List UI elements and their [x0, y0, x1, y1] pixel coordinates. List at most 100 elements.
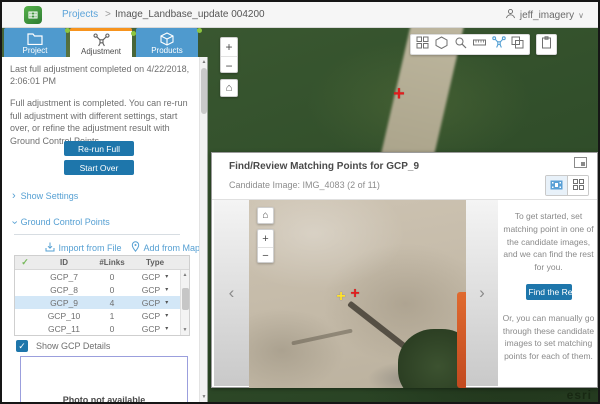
home-icon: ⌂ — [262, 210, 268, 221]
add-from-map-label: Add from Map — [143, 243, 200, 253]
gcp-type[interactable]: GCP — [142, 324, 160, 334]
adjustment-status-text: Last full adjustment completed on 4/22/2… — [10, 63, 192, 87]
image-grid-icon — [416, 36, 429, 54]
instructions-column: To get started, set matching point in on… — [498, 200, 599, 387]
tab-adjustment-label: Adjustment — [70, 47, 132, 56]
column-id: ID — [35, 258, 93, 267]
table-row[interactable]: GCP_10 1 GCP▾ — [15, 309, 189, 322]
find-the-rest-button[interactable]: Find the Rest — [526, 284, 572, 300]
import-from-file-link[interactable]: Import from File — [45, 241, 121, 254]
clipboard-tool[interactable] — [536, 34, 557, 55]
open-window-button[interactable] — [573, 158, 587, 170]
drone-icon — [70, 33, 132, 46]
adjustment-panel: Last full adjustment completed on 4/22/2… — [2, 57, 208, 402]
open-window-icon — [574, 155, 587, 173]
compare-frames-tool[interactable] — [508, 35, 527, 54]
caret-down-icon: ▾ — [165, 299, 168, 306]
next-image-button[interactable]: › — [466, 200, 498, 386]
scroll-up-icon[interactable]: ▲ — [183, 270, 188, 280]
tab-project-label: Project — [4, 46, 66, 55]
zoom-out-button[interactable]: − — [221, 56, 237, 74]
viewer-zoom-control: + − — [257, 229, 274, 263]
table-row[interactable]: GCP_11 0 GCP ▾ — [15, 322, 189, 335]
gcp-type[interactable]: GCP — [142, 272, 160, 282]
scroll-up-icon[interactable]: ▲ — [200, 59, 208, 65]
breadcrumb-separator: > — [105, 9, 111, 20]
gcp-type[interactable]: GCP — [142, 298, 160, 308]
gcp-type[interactable]: GCP — [142, 285, 160, 295]
main-area: + esri + − ⌂ — [2, 28, 598, 402]
zoom-in-button[interactable]: + — [258, 230, 273, 247]
photo-not-available-text: Photo not available — [21, 395, 187, 402]
table-scrollbar[interactable]: ▲ ▼ — [180, 270, 189, 335]
grid-view-button[interactable] — [567, 176, 588, 195]
tab-project[interactable]: Project — [4, 28, 66, 57]
gcp-table: ✓ ID #Links Type GCP_7 0 GCP▾ GCP_8 0 GC… — [14, 255, 190, 336]
tab-adjustment[interactable]: Adjustment — [70, 28, 132, 57]
candidate-image-viewer[interactable]: + + ⌂ + − — [249, 200, 466, 388]
caret-down-icon: ▾ — [165, 286, 168, 293]
rerun-full-button[interactable]: Re-run Full — [64, 141, 134, 156]
filmstrip-view-button[interactable] — [546, 176, 567, 195]
scrollbar-thumb[interactable] — [182, 288, 189, 310]
gcp-id: GCP_7 — [35, 272, 93, 282]
column-links: #Links — [93, 258, 131, 267]
panel-scrollbar[interactable]: ▲ ▼ — [199, 57, 207, 402]
top-bar: Projects > Image_Landbase_update 004200 … — [2, 2, 598, 28]
user-menu[interactable]: jeff_imagery ∨ — [505, 8, 584, 22]
breadcrumb-project-name: Image_Landbase_update 004200 — [115, 9, 265, 20]
scroll-down-icon[interactable]: ▼ — [200, 394, 208, 400]
table-row[interactable]: GCP_7 0 GCP▾ — [15, 270, 189, 283]
search-tool[interactable] — [451, 35, 470, 54]
find-review-panel: Find/Review Matching Points for GCP_9 Ca… — [211, 152, 598, 388]
matching-point-red-cross[interactable]: + — [348, 287, 362, 301]
show-settings-toggle[interactable]: › Show Settings — [12, 191, 78, 201]
zoom-in-button[interactable]: + — [221, 38, 237, 56]
grid-view-icon — [573, 177, 584, 195]
table-row[interactable]: GCP_8 0 GCP ▾ — [15, 283, 189, 296]
breadcrumb-projects[interactable]: Projects — [62, 9, 98, 20]
home-icon: ⌂ — [226, 82, 233, 94]
show-gcp-details-label: Show GCP Details — [36, 341, 110, 351]
previous-image-button[interactable]: ‹ — [214, 200, 249, 386]
adjustment-description: Full adjustment is completed. You can re… — [10, 97, 193, 147]
esri-watermark: esri — [567, 388, 592, 402]
gcp-marker-red-cross[interactable]: + — [390, 86, 408, 104]
caret-down-icon: ▾ — [165, 325, 168, 332]
add-from-map-link[interactable]: Add from Map — [131, 241, 200, 254]
zoom-out-button[interactable]: − — [258, 247, 273, 264]
chevron-right-icon: › — [479, 283, 485, 303]
user-icon — [505, 8, 516, 22]
show-gcp-details-checkbox[interactable]: ✓ — [16, 340, 28, 352]
gcp-manager-tool[interactable] — [489, 35, 508, 54]
folder-icon — [4, 32, 66, 45]
gcp-links: 0 — [93, 272, 131, 282]
home-extent-button[interactable]: ⌂ — [220, 79, 238, 97]
gcp-type[interactable]: GCP — [142, 311, 160, 321]
gcp-id: GCP_11 — [35, 324, 93, 334]
scrollbar-thumb[interactable] — [201, 68, 207, 114]
app-window: Projects > Image_Landbase_update 004200 … — [0, 0, 600, 404]
arm-shadow — [291, 329, 352, 346]
viewer-home-button[interactable]: ⌂ — [257, 207, 274, 224]
gcp-id: GCP_8 — [35, 285, 93, 295]
orange-cone — [457, 292, 466, 388]
gcp-section-toggle[interactable]: › Ground Control Points — [12, 217, 110, 227]
candidate-image-label: Candidate Image: IMG_4083 (2 of 11) — [229, 180, 380, 190]
gcp-links: 4 — [93, 298, 131, 308]
start-over-button[interactable]: Start Over — [64, 160, 134, 175]
image-grid-tool[interactable] — [413, 35, 432, 54]
table-row-selected[interactable]: GCP_9 4 GCP▾ — [15, 296, 189, 309]
gcp-links: 0 — [93, 285, 131, 295]
import-from-file-label: Import from File — [58, 243, 121, 253]
scroll-down-icon[interactable]: ▼ — [183, 325, 188, 335]
matching-point-yellow-cross[interactable]: + — [334, 290, 348, 304]
gcp-id: GCP_10 — [35, 311, 93, 321]
tab-products[interactable]: Products — [136, 28, 198, 57]
mesh-tool[interactable] — [432, 35, 451, 54]
measure-tool[interactable] — [470, 35, 489, 54]
gcp-links: 0 — [93, 324, 131, 334]
foliage — [398, 329, 466, 388]
search-icon — [454, 36, 467, 54]
find-review-title: Find/Review Matching Points for GCP_9 — [229, 161, 419, 172]
